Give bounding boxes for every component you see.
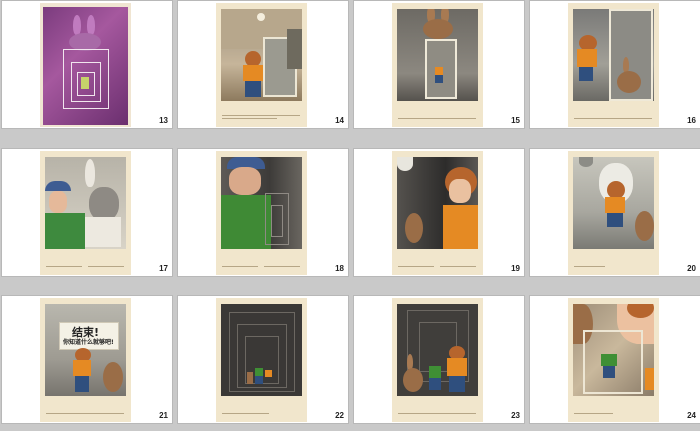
illustration-boy-reaching-mirror <box>573 9 654 101</box>
slide-caption <box>398 116 476 121</box>
slide-page <box>40 151 131 275</box>
slide-thumbnail-14[interactable]: 14 <box>178 1 348 128</box>
slide-caption <box>46 264 124 269</box>
slide-page <box>392 298 483 422</box>
slide-number: 20 <box>687 264 696 273</box>
slide-number: 19 <box>511 264 520 273</box>
slide-page <box>568 3 659 127</box>
illustration-artist-painting <box>45 157 126 249</box>
speech-line-2: 你知道什么就够吧! <box>63 339 114 346</box>
slide-number: 21 <box>159 411 168 420</box>
slide-number: 17 <box>159 264 168 273</box>
slide-page <box>216 298 307 422</box>
slide-thumbnail-19[interactable]: 19 <box>354 149 524 276</box>
slide-caption <box>574 411 652 416</box>
illustration-boy-painting-canvas <box>573 157 654 249</box>
slide-number: 18 <box>335 264 344 273</box>
illustration-rabbit-behind-mirror <box>397 9 478 101</box>
slide-caption <box>222 264 300 269</box>
slide-thumbnail-22[interactable]: 22 <box>178 296 348 423</box>
slide-caption <box>46 411 124 416</box>
slide-thumbnail-21[interactable]: 结束! 你知道什么就够吧! 21 <box>2 296 172 423</box>
slide-caption <box>574 116 652 121</box>
slide-caption <box>574 264 652 269</box>
slide-thumbnail-17[interactable]: 17 <box>2 149 172 276</box>
slide-number: 24 <box>687 411 696 420</box>
slide-page <box>216 151 307 275</box>
slide-number: 14 <box>335 116 344 125</box>
illustration-boy-with-sign: 结束! 你知道什么就够吧! <box>45 304 126 396</box>
slide-thumbnail-18[interactable]: 18 <box>178 149 348 276</box>
slide-sorter-grid: 13 14 15 16 17 18 19 20 结束! 你知道什么就够吧! 21… <box>0 0 700 431</box>
slide-page <box>40 3 131 127</box>
illustration-boy-looking-up <box>397 157 478 249</box>
slide-number: 13 <box>159 116 168 125</box>
illustration-frames-corridor <box>221 304 302 396</box>
slide-page <box>568 151 659 275</box>
slide-thumbnail-20[interactable]: 20 <box>530 149 700 276</box>
slide-thumbnail-15[interactable]: 15 <box>354 1 524 128</box>
slide-page: 结束! 你知道什么就够吧! <box>40 298 131 422</box>
speech-sign: 结束! 你知道什么就够吧! <box>59 322 119 350</box>
slide-page <box>568 298 659 422</box>
slide-caption <box>222 113 300 121</box>
illustration-rabbit-and-boys <box>397 304 478 396</box>
illustration-recursive-rabbit <box>43 7 128 125</box>
slide-caption <box>398 411 476 416</box>
slide-number: 15 <box>511 116 520 125</box>
slide-thumbnail-23[interactable]: 23 <box>354 296 524 423</box>
illustration-faces-looking-in <box>573 304 654 396</box>
slide-thumbnail-16[interactable]: 16 <box>530 1 700 128</box>
slide-caption <box>398 264 476 269</box>
slide-page <box>392 151 483 275</box>
slide-number: 22 <box>335 411 344 420</box>
slide-caption <box>222 411 300 416</box>
slide-page <box>216 3 307 127</box>
slide-thumbnail-24[interactable]: 24 <box>530 296 700 423</box>
slide-thumbnail-13[interactable]: 13 <box>2 1 172 128</box>
slide-number: 16 <box>687 116 696 125</box>
illustration-artist-closeup <box>221 157 302 249</box>
illustration-boy-at-mirror <box>221 9 302 101</box>
slide-page <box>392 3 483 127</box>
slide-number: 23 <box>511 411 520 420</box>
